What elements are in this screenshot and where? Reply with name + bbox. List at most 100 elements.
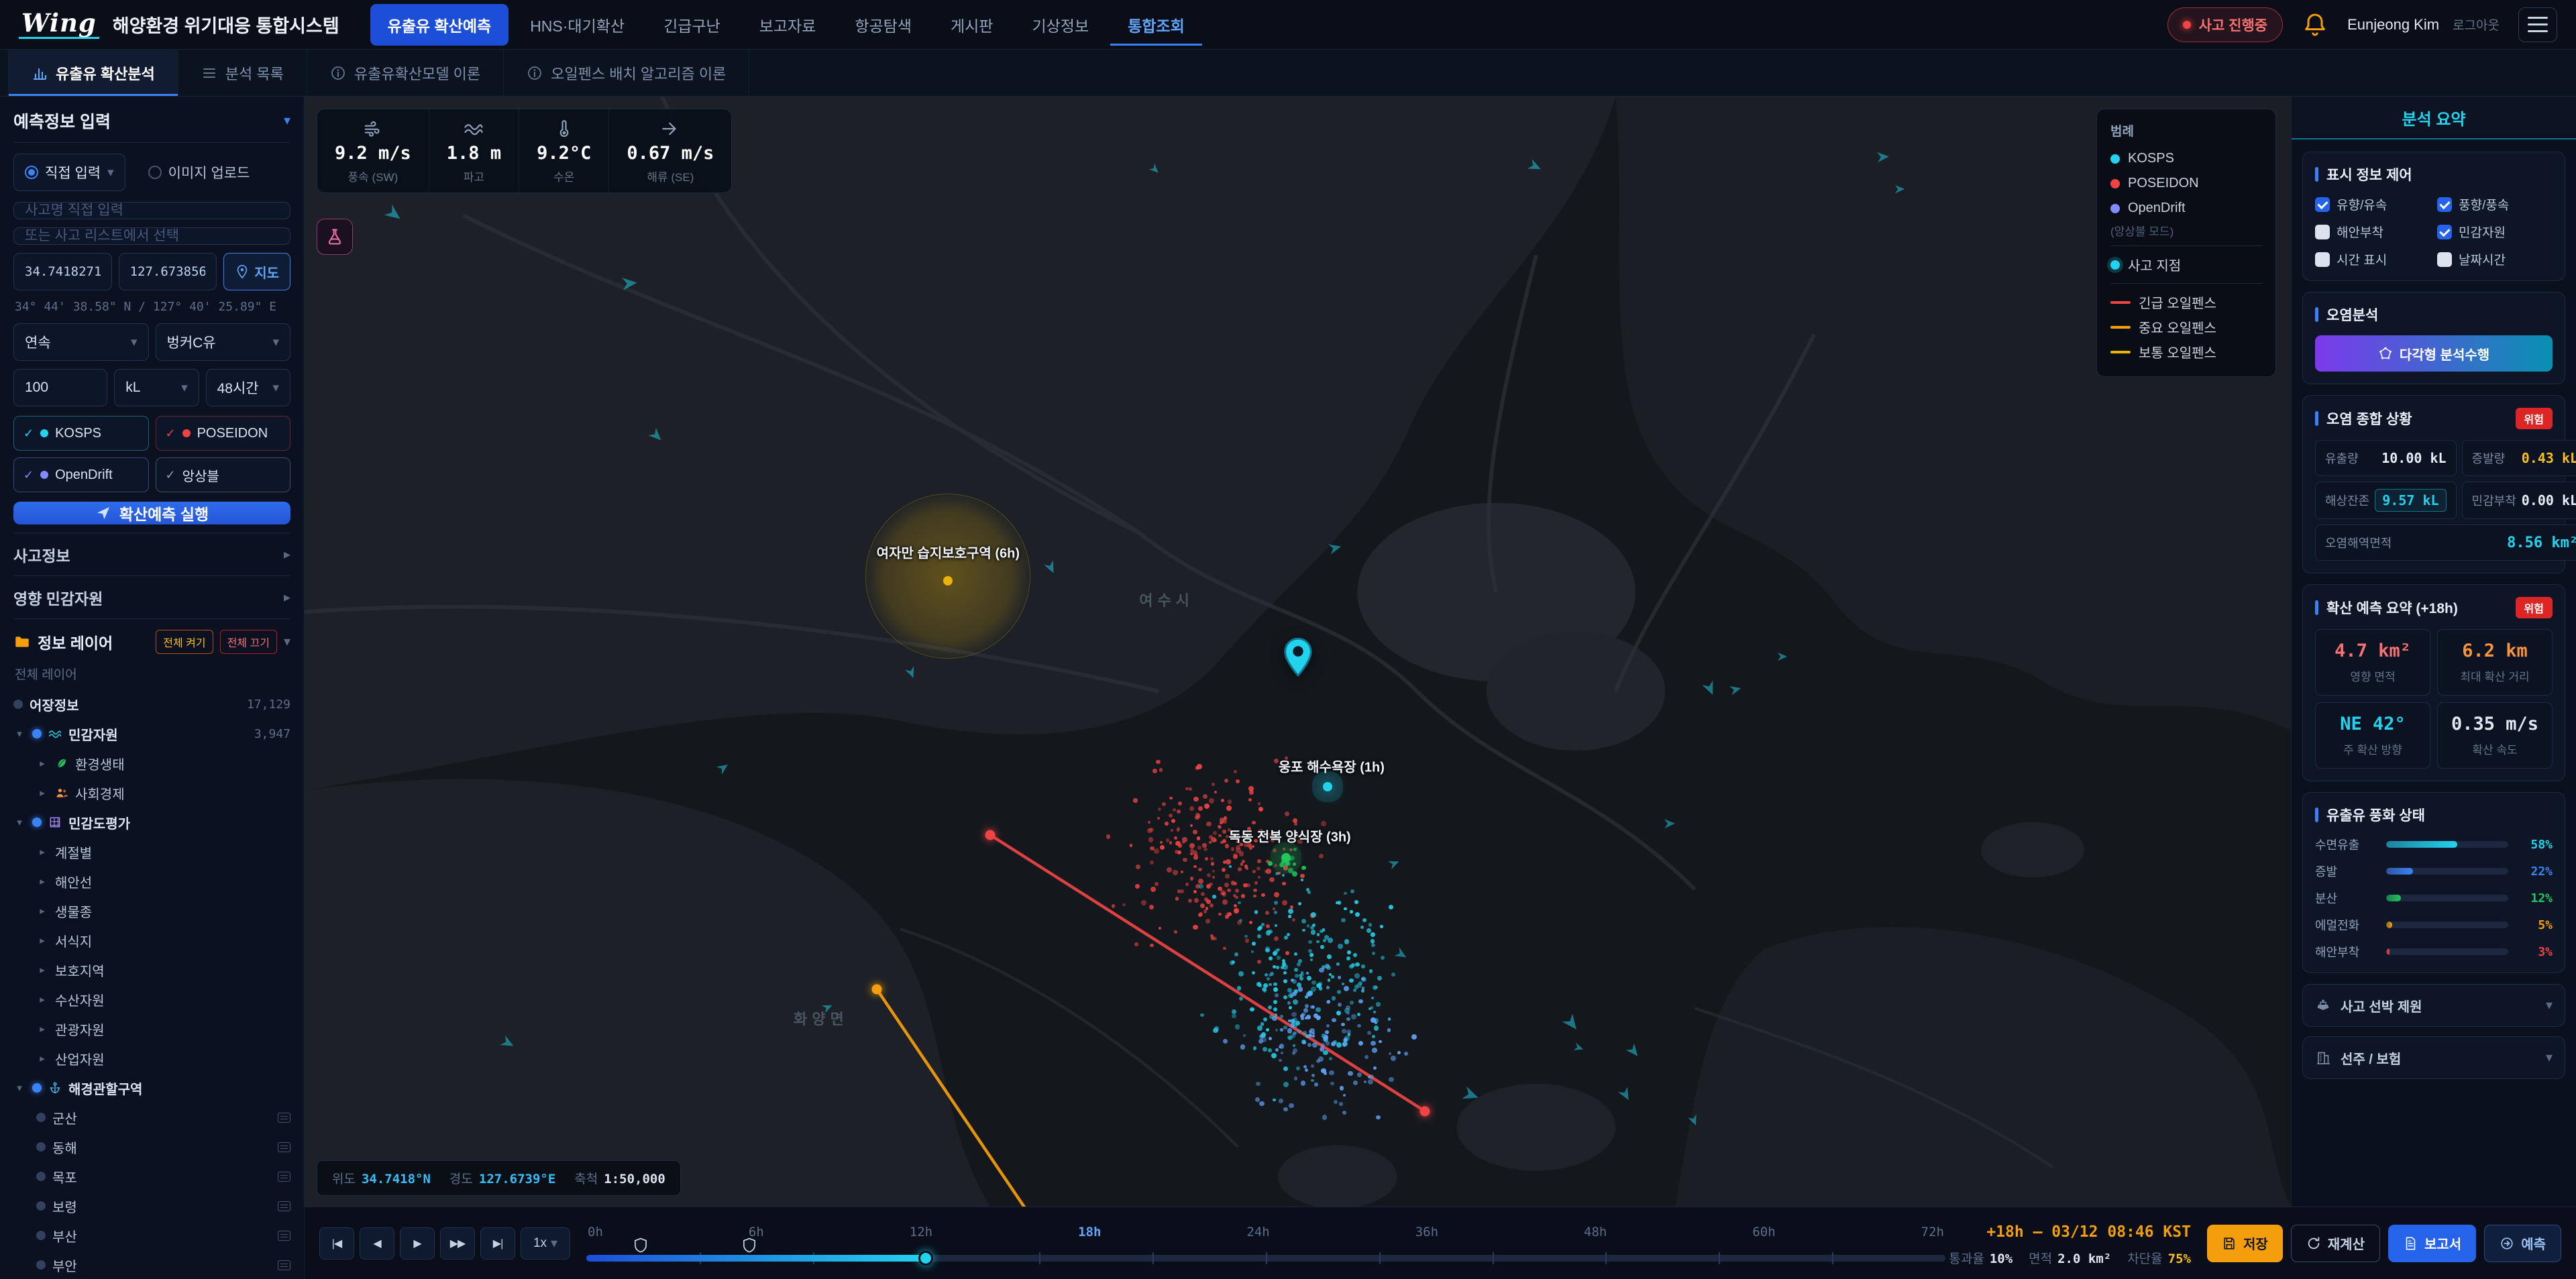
play-button[interactable]: ▶ <box>400 1227 435 1260</box>
panel-section-collapsed[interactable]: 선주 / 보험 ▾ <box>2302 1036 2565 1079</box>
layer-item[interactable]: ▾ 민감자원 3,947 <box>13 719 290 748</box>
display-option[interactable]: 날짜시간 <box>2437 250 2553 268</box>
layer-toggle[interactable] <box>36 1231 46 1240</box>
layer-item[interactable]: ▸ 계절별 <box>13 837 290 867</box>
display-option[interactable]: 민감자원 <box>2437 223 2553 241</box>
model-chip[interactable]: ✓ POSEIDON <box>155 416 290 451</box>
display-option[interactable]: 유향/유속 <box>2315 195 2430 213</box>
checkbox[interactable] <box>2437 252 2452 267</box>
layer-toggle[interactable] <box>13 700 23 709</box>
unit-select[interactable]: kL <box>114 369 199 406</box>
layer-toggle[interactable] <box>36 1172 46 1181</box>
layer-item[interactable]: ▸ 해안선 <box>13 867 290 896</box>
radio-option[interactable]: 직접 입력 <box>13 154 125 191</box>
risk-badge: 위험 <box>2515 597 2553 618</box>
sidebar-section[interactable]: 영향 민감자원 ▸ <box>13 575 290 618</box>
skip-end-button[interactable]: ▶| <box>480 1227 515 1260</box>
model-chip[interactable]: ✓ 앙상블 <box>155 457 290 492</box>
duration-select[interactable]: 48시간 <box>205 369 290 406</box>
layer-item[interactable]: ▸ 사회경제 <box>13 778 290 808</box>
oil-type-select[interactable]: 벙커C유 <box>155 323 290 361</box>
layer-item[interactable]: ▾ 해경관할구역 <box>13 1073 290 1103</box>
layer-toggle[interactable] <box>32 818 42 827</box>
model-chip[interactable]: ✓ KOSPS <box>13 416 149 451</box>
display-option[interactable]: 풍향/풍속 <box>2437 195 2553 213</box>
layer-item[interactable]: ▸ 보호지역 <box>13 955 290 985</box>
map-pick-button[interactable]: 지도 <box>223 253 290 290</box>
checkbox[interactable] <box>2315 197 2330 212</box>
longitude-input[interactable] <box>118 253 217 290</box>
layer-toggle[interactable] <box>36 1142 46 1152</box>
display-option[interactable]: 해안부착 <box>2315 223 2430 241</box>
layer-item[interactable]: ▸ 수산자원 <box>13 985 290 1014</box>
layer-item[interactable]: ▸ 생물종 <box>13 896 290 926</box>
tab[interactable]: 분석 목록 <box>178 50 307 96</box>
display-option[interactable]: 시간 표시 <box>2315 250 2430 268</box>
layer-item[interactable]: ▸ 서식지 <box>13 926 290 955</box>
all-layers-on-button[interactable]: 전체 켜기 <box>156 630 213 654</box>
layer-item[interactable]: ▸ 환경생태 <box>13 748 290 778</box>
layer-item[interactable]: 목포 <box>13 1162 290 1191</box>
radio-option[interactable]: 이미지 업로드 <box>148 154 250 191</box>
measure-tool-button[interactable] <box>317 219 353 255</box>
panel-section-collapsed[interactable]: 사고 선박 제원 ▾ <box>2302 984 2565 1027</box>
oil-fence-line[interactable] <box>877 989 1032 1207</box>
timeline-knob[interactable] <box>918 1250 934 1266</box>
map[interactable]: 여수시 화양면 여자만 습지보호구역 (6h) 웅포 해수욕장 (1h) 독동 전복 … <box>305 97 2291 1207</box>
sidebar-section[interactable]: 사고정보 ▸ <box>13 533 290 575</box>
latitude-input[interactable] <box>13 253 112 290</box>
logout-link[interactable]: 로그아웃 <box>2453 15 2500 34</box>
amount-input[interactable] <box>13 369 108 406</box>
checkbox[interactable] <box>2437 197 2452 212</box>
run-prediction-button[interactable]: 확산예측 실행 <box>13 502 290 524</box>
layer-item[interactable]: ▸ 관광자원 <box>13 1014 290 1044</box>
layer-toggle[interactable] <box>32 729 42 738</box>
nav-item[interactable]: 게시판 <box>933 4 1010 46</box>
spill-type-select[interactable]: 연속 <box>13 323 149 361</box>
layer-item[interactable]: 어장정보 17,129 <box>13 689 290 719</box>
layer-item[interactable]: 부안 <box>13 1250 290 1279</box>
incident-name-input[interactable] <box>13 202 290 219</box>
prediction-input-header[interactable]: 예측정보 입력 <box>13 109 290 143</box>
layer-item[interactable]: 군산 <box>13 1103 290 1132</box>
layer-item[interactable]: 부산 <box>13 1221 290 1250</box>
recalculate-button[interactable]: 재계산 <box>2290 1224 2380 1262</box>
nav-item[interactable]: 기상정보 <box>1014 4 1106 46</box>
speed-select[interactable]: 1x ▾ <box>521 1227 570 1260</box>
step-back-button[interactable]: ◀ <box>360 1227 394 1260</box>
nav-item[interactable]: 긴급구난 <box>646 4 738 46</box>
checkbox[interactable] <box>2437 224 2452 239</box>
all-layers-off-button[interactable]: 전체 끄기 <box>219 630 277 654</box>
notification-bell-icon[interactable] <box>2302 11 2328 38</box>
nav-item[interactable]: 유출유 확산예측 <box>370 3 509 46</box>
nav-item[interactable]: 보고자료 <box>742 4 834 46</box>
layer-item[interactable]: ▾ 민감도평가 <box>13 808 290 837</box>
layer-item[interactable]: ▸ 산업자원 <box>13 1044 290 1073</box>
incident-pin[interactable] <box>1283 637 1313 677</box>
polygon-analysis-button[interactable]: 다각형 분석수행 <box>2315 335 2553 372</box>
tab[interactable]: 오일펜스 배치 알고리즘 이론 <box>504 50 750 96</box>
layers-header[interactable]: 정보 레이어 전체 켜기 전체 끄기 <box>13 618 290 661</box>
nav-item[interactable]: 통합조회 <box>1110 4 1202 46</box>
menu-button[interactable] <box>2518 7 2557 42</box>
model-chip[interactable]: ✓ OpenDrift <box>13 457 149 492</box>
nav-item[interactable]: HNS·대기확산 <box>513 4 642 46</box>
checkbox[interactable] <box>2315 224 2330 239</box>
layer-item[interactable]: 보령 <box>13 1191 290 1221</box>
tab[interactable]: 유출유 확산분석 <box>8 50 178 96</box>
report-button[interactable]: 보고서 <box>2387 1224 2477 1262</box>
layer-item[interactable]: 동해 <box>13 1132 290 1162</box>
layer-toggle[interactable] <box>36 1260 46 1270</box>
fast-forward-button[interactable]: ▶▶ <box>440 1227 475 1260</box>
save-button[interactable]: 저장 <box>2206 1224 2283 1262</box>
timeline-slider[interactable] <box>586 1237 1945 1266</box>
checkbox[interactable] <box>2315 252 2330 267</box>
layer-toggle[interactable] <box>32 1083 42 1093</box>
skip-start-button[interactable]: |◀ <box>319 1227 354 1260</box>
layer-toggle[interactable] <box>36 1113 46 1122</box>
tab[interactable]: 유출유확산모델 이론 <box>307 50 504 96</box>
nav-item[interactable]: 항공탐색 <box>837 4 929 46</box>
layer-toggle[interactable] <box>36 1201 46 1211</box>
incident-list-input[interactable] <box>13 227 290 245</box>
predict-button[interactable]: 예측 <box>2484 1224 2561 1262</box>
